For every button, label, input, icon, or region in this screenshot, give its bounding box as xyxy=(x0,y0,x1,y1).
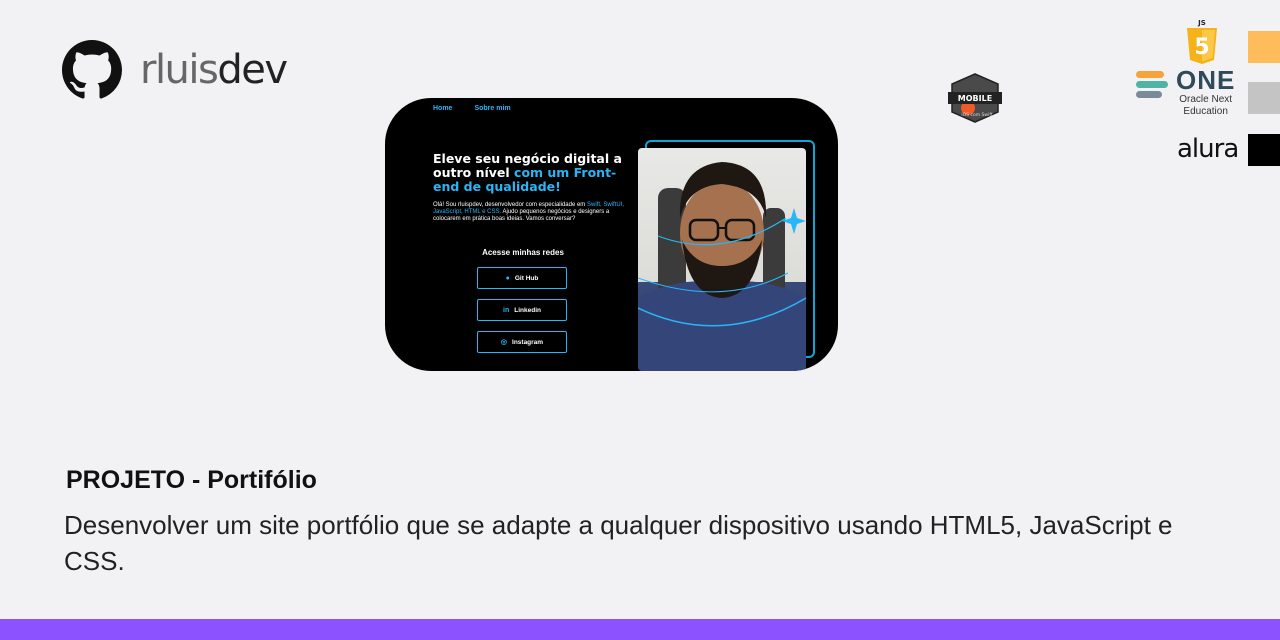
bottom-accent-bar xyxy=(0,619,1280,640)
profile-photo xyxy=(638,148,806,371)
project-description: Desenvolver um site portfólio que se ada… xyxy=(64,510,1173,576)
instagram-icon: ◎ xyxy=(500,339,508,346)
github-button[interactable]: ● Git Hub xyxy=(477,267,567,289)
nav-home[interactable]: Home xyxy=(433,105,452,112)
preview-hero: Eleve seu negócio digital a outro nível … xyxy=(433,152,633,223)
brand-logo[interactable]: rluisdev xyxy=(62,40,288,100)
svg-text:JS: JS xyxy=(1197,19,1206,27)
hero-intro: Olá! Sou rluispdev, desenvolvedor com es… xyxy=(433,202,624,222)
hero-headline: Eleve seu negócio digital a outro nível … xyxy=(433,151,622,194)
swatch-black xyxy=(1248,134,1280,166)
one-text: ONE Oracle Next Education xyxy=(1176,65,1236,117)
linkedin-button-label: Linkedin xyxy=(514,306,541,314)
github-button-label: Git Hub xyxy=(514,274,539,282)
one-stripes xyxy=(1136,71,1168,98)
svg-text:MOBILE: MOBILE xyxy=(958,94,992,103)
mobile-ios-badge: MOBILE iOS com Swift xyxy=(946,72,1004,129)
oracle-next-education-logo: ONE Oracle Next Education xyxy=(1136,66,1235,118)
github-icon xyxy=(62,40,122,99)
nav-about[interactable]: Sobre mim xyxy=(474,105,510,112)
instagram-button-label: Instagram xyxy=(512,338,544,346)
html5-js-logo: JS 5 xyxy=(1185,18,1219,71)
swatch-orange xyxy=(1248,31,1280,63)
swatch-gray xyxy=(1248,82,1280,114)
portfolio-preview[interactable]: Home Sobre mim Eleve seu negócio digital… xyxy=(385,98,838,371)
github-icon: ● xyxy=(505,274,510,282)
project-title: PROJETO - Portifólio xyxy=(66,466,317,494)
alura-logo: alura xyxy=(1177,134,1239,164)
preview-nav: Home Sobre mim xyxy=(433,105,511,112)
instagram-button[interactable]: ◎ Instagram xyxy=(477,331,567,353)
svg-text:5: 5 xyxy=(1194,35,1209,60)
social-title: Acesse minhas redes xyxy=(482,248,564,257)
linkedin-button[interactable]: in Linkedin xyxy=(477,299,567,321)
svg-text:iOS com Swift: iOS com Swift xyxy=(961,112,992,118)
linkedin-icon: in xyxy=(503,306,510,314)
brand-name: rluisdev xyxy=(140,47,288,93)
